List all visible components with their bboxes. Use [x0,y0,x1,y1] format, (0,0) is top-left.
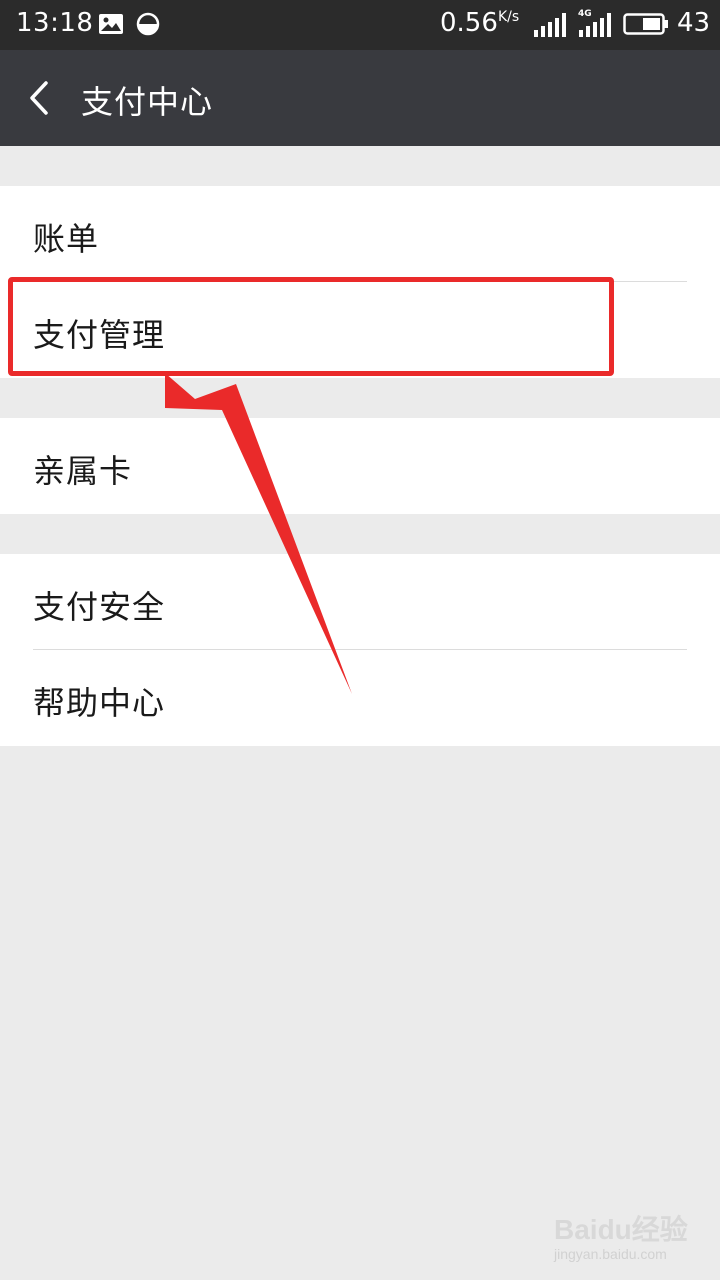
watermark-main: Baidu经验 [554,1214,688,1245]
page-title: 支付中心 [81,83,214,121]
menu-item-label: 支付管理 [33,316,166,354]
watermark-logo: Baidu经验 jingyan.baidu.com [554,1208,694,1268]
menu-group-2: 亲属卡 [0,418,720,514]
network-speed-unit: K/s [498,9,520,25]
menu-group-1: 账单 支付管理 [0,186,720,378]
menu-item-label: 帮助中心 [33,684,166,722]
nav-header: 支付中心 [0,50,720,146]
menu-item-family-card[interactable]: 亲属卡 [0,418,720,514]
image-icon [98,12,124,40]
menu-item-bill[interactable]: 账单 [0,186,720,282]
battery-level: 43 [677,8,711,38]
back-button[interactable] [20,78,60,118]
network-speed: 0.56 [440,8,498,38]
menu-item-help-center[interactable]: 帮助中心 [0,650,720,746]
watermark-url: jingyan.baidu.com [554,1246,667,1262]
menu-item-payment-management[interactable]: 支付管理 [0,282,720,378]
cell-signal-icon [578,12,612,42]
menu-item-label: 账单 [33,220,100,258]
menu-item-label: 亲属卡 [33,452,133,490]
menu-item-label: 支付安全 [33,588,166,626]
menu-group-3: 支付安全 帮助中心 [0,554,720,746]
menu-item-payment-security[interactable]: 支付安全 [0,554,720,650]
chevron-left-icon [30,81,48,115]
status-time: 13:18 [16,8,94,38]
wifi-signal-icon [533,12,567,42]
data-saver-icon [136,12,160,40]
status-bar: 13:18 0.56 K/s 4G 43 [0,0,720,50]
battery-icon [623,13,669,39]
